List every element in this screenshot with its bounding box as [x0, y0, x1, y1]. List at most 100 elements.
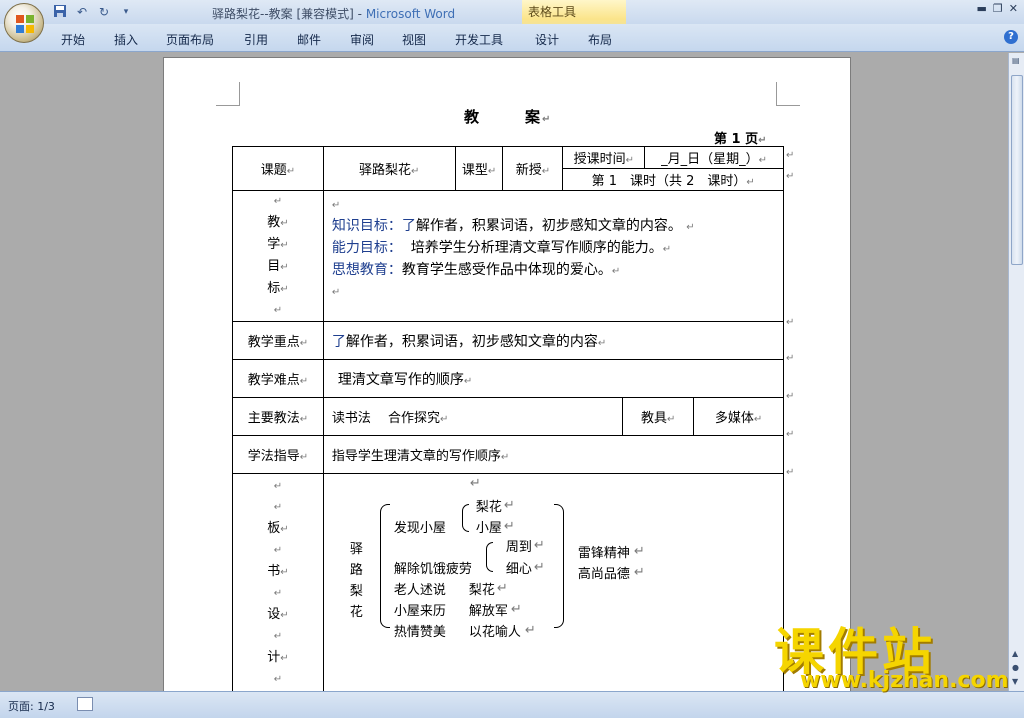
goals-label-char: 目 — [267, 259, 281, 274]
document-page[interactable]: 教案↵ 第 1 页↵ 课题↵ 驿路梨花↵ 课型↵ 新授↵ 授课时间↵ _月_日（… — [163, 57, 851, 697]
redo-icon[interactable]: ↻ — [96, 4, 112, 20]
tab-layout[interactable]: 布局 — [588, 31, 612, 48]
board-leaf: 解放军 — [468, 604, 508, 619]
tools-label-cell[interactable]: 教具↵ — [622, 397, 695, 436]
crop-mark — [776, 82, 800, 106]
board-cell[interactable]: ↵ 驿 路 梨 花 发现小屋 梨花 ↵ 小屋 ↵ 解除饥饿疲劳 周到 ↵ 细心 … — [322, 473, 785, 696]
tab-developer[interactable]: 开发工具 — [455, 31, 503, 48]
tab-mailings[interactable]: 邮件 — [297, 31, 321, 48]
undo-icon[interactable]: ↶ — [74, 4, 90, 20]
goals-label-char: 教 — [267, 215, 281, 230]
board-brace — [485, 542, 493, 572]
type-label-cell[interactable]: 课型↵ — [454, 146, 504, 191]
key-point-text: 解作者，积累词语，初步感知文章的内容 — [345, 333, 598, 350]
scroll-thumb[interactable] — [1011, 75, 1023, 265]
study-label: 学法指导 — [247, 449, 300, 464]
board-root-char: 花 — [349, 605, 363, 620]
time-label-cell[interactable]: 授课时间↵ — [562, 146, 646, 169]
customize-toolbar-icon[interactable]: ▾ — [118, 4, 134, 20]
help-icon[interactable]: ? — [1004, 30, 1018, 44]
type-cell[interactable]: 新授↵ — [502, 146, 564, 191]
methods-cell[interactable]: 读书法 合作探究↵ — [322, 397, 624, 436]
ruler-toggle-icon[interactable]: ▤ — [1012, 56, 1020, 65]
document-title: 教 案↵ — [464, 106, 552, 127]
save-icon[interactable] — [52, 4, 68, 20]
topic-cell[interactable]: 驿路梨花↵ — [322, 146, 456, 191]
tab-home[interactable]: 开始 — [61, 31, 85, 48]
tab-page-layout[interactable]: 页面布局 — [166, 31, 214, 48]
time-label: 授课时间 — [573, 152, 626, 167]
goals-label-cell[interactable]: ↵ 教↵ 学↵ 目↵ 标↵ ↵ — [232, 190, 324, 322]
minimize-icon[interactable]: ▬ — [977, 2, 987, 15]
methods-label-cell[interactable]: 主要教法↵ — [232, 397, 324, 436]
difficulty-text: 理清文章写作的顺序 — [337, 371, 464, 388]
board-node: 发现小屋 — [393, 521, 446, 536]
board-label-char: 书 — [267, 564, 281, 579]
topic-value: 驿路梨花 — [358, 163, 411, 178]
quick-access-toolbar: ↶ ↻ ▾ — [52, 4, 134, 20]
tab-view[interactable]: 视图 — [402, 31, 426, 48]
ribbon-tabs: 开始 插入 页面布局 引用 邮件 审阅 视图 开发工具 设计 布局 ? — [0, 24, 1024, 52]
window-title: 驿路梨花--教案 [兼容模式] - Microsoft Word — [212, 5, 455, 22]
date-cell[interactable]: _月_日（星期_）↵ — [644, 146, 784, 169]
language-indicator-icon[interactable] — [77, 697, 93, 711]
tab-references[interactable]: 引用 — [244, 31, 268, 48]
row-end-mark: ↵ — [786, 429, 795, 440]
app-name: Microsoft Word — [365, 7, 456, 21]
type-value: 新授 — [515, 163, 542, 178]
lesson-plan-table[interactable]: 课题↵ 驿路梨花↵ 课型↵ 新授↵ 授课时间↵ _月_日（星期_）↵ 第 1 课… — [232, 146, 785, 696]
vertical-scrollbar[interactable]: ▤ ▲ ● ▼ — [1008, 53, 1024, 691]
ability-goal: 能力目标： 培养学生分析理清文章写作顺序的能力。↵ — [331, 240, 672, 256]
board-leaf: 周到 — [505, 540, 532, 555]
board-leaf: 梨花 — [468, 583, 495, 598]
key-point-label-cell[interactable]: 教学重点↵ — [232, 321, 324, 360]
next-page-icon[interactable]: ▼ — [1012, 677, 1018, 686]
row-end-mark: ↵ — [786, 467, 795, 478]
study-cell[interactable]: 指导学生理清文章的写作顺序↵ — [322, 435, 785, 474]
difficulty-label: 教学难点 — [247, 373, 300, 388]
periods-cell[interactable]: 第 1 课时（共 2 课时）↵ — [562, 168, 784, 191]
title-char: 案 — [525, 108, 543, 126]
type-label: 课型 — [461, 163, 488, 178]
board-root-char: 梨 — [349, 584, 363, 599]
board-root-char: 路 — [349, 563, 363, 578]
board-leaf: 梨花 — [475, 500, 502, 515]
ability-text: 培养学生分析理清文章写作顺序的能力。 — [410, 240, 663, 256]
office-button[interactable] — [4, 3, 44, 43]
tools-cell[interactable]: 多媒体↵ — [693, 397, 784, 436]
goals-label-char: 学 — [267, 237, 281, 252]
board-label-cell[interactable]: ↵ ↵ 板↵ ↵ 书↵ ↵ 设↵ ↵ 计↵ ↵ — [232, 473, 324, 696]
topic-label-cell[interactable]: 课题↵ — [232, 146, 324, 191]
title-separator: - — [353, 7, 366, 21]
tab-insert[interactable]: 插入 — [114, 31, 138, 48]
board-leaf: 细心 — [505, 562, 532, 577]
tools-label: 教具 — [640, 411, 667, 426]
browse-object-icon[interactable]: ● — [1012, 663, 1019, 672]
board-node: 解除饥饿疲劳 — [393, 562, 472, 577]
ability-label: 能力目标 — [331, 240, 388, 256]
key-point-cell[interactable]: 了解作者，积累词语，初步感知文章的内容↵ — [322, 321, 785, 360]
tab-design[interactable]: 设计 — [535, 31, 559, 48]
difficulty-label-cell[interactable]: 教学难点↵ — [232, 359, 324, 398]
board-brace — [461, 504, 469, 532]
knowledge-first-char: 了 — [401, 218, 416, 234]
board-node: 老人述说 — [393, 583, 446, 598]
goals-cell[interactable]: ↵ 知识目标：了解作者，积累词语，初步感知文章的内容。 ↵ 能力目标： 培养学生… — [322, 190, 785, 322]
board-summary: 高尚品德 — [577, 567, 630, 582]
difficulty-cell[interactable]: 理清文章写作的顺序↵ — [322, 359, 785, 398]
office-logo-icon — [16, 15, 34, 33]
board-summary: 雷锋精神 — [577, 546, 630, 561]
study-label-cell[interactable]: 学法指导↵ — [232, 435, 324, 474]
topic-label: 课题 — [260, 163, 287, 178]
close-icon[interactable]: ✕ — [1009, 2, 1018, 15]
board-brace — [379, 504, 390, 628]
document-workspace: 教案↵ 第 1 页↵ 课题↵ 驿路梨花↵ 课型↵ 新授↵ 授课时间↵ _月_日（… — [0, 53, 1008, 697]
board-diagram: ↵ 驿 路 梨 花 发现小屋 梨花 ↵ 小屋 ↵ 解除饥饿疲劳 周到 ↵ 细心 … — [349, 476, 645, 640]
knowledge-text: 解作者，积累词语，初步感知文章的内容。 — [415, 218, 682, 234]
restore-icon[interactable]: ❐ — [993, 2, 1003, 15]
tab-review[interactable]: 审阅 — [350, 31, 374, 48]
row-end-mark: ↵ — [786, 150, 795, 161]
prev-page-icon[interactable]: ▲ — [1012, 649, 1018, 658]
page-info[interactable]: 页面: 1/3 — [8, 698, 55, 714]
row-end-mark: ↵ — [786, 353, 795, 364]
